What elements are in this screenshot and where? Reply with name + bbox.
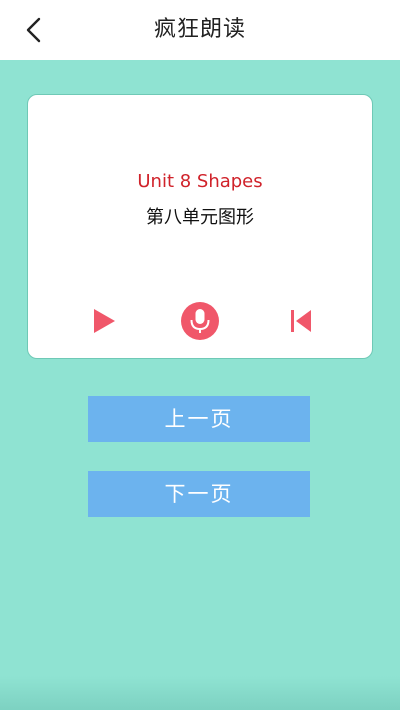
main-content: Unit 8 Shapes 第八单元图形 上一页 下一页 — [0, 60, 400, 710]
microphone-icon — [181, 302, 219, 340]
bottom-shadow — [0, 676, 400, 710]
unit-title-chinese: 第八单元图形 — [146, 207, 254, 228]
back-button[interactable] — [14, 12, 54, 48]
previous-page-button[interactable]: 上一页 — [88, 396, 310, 442]
next-page-button[interactable]: 下一页 — [88, 471, 310, 517]
chevron-left-icon — [26, 17, 41, 43]
reading-card: Unit 8 Shapes 第八单元图形 — [27, 94, 373, 359]
app-header: 疯狂朗读 — [0, 0, 400, 60]
play-icon — [94, 309, 115, 333]
unit-title-english: Unit 8 Shapes — [137, 171, 263, 192]
play-button[interactable] — [84, 301, 124, 341]
skip-back-icon — [291, 310, 311, 332]
page-title: 疯狂朗读 — [153, 17, 246, 42]
record-button[interactable] — [180, 301, 220, 341]
restart-button[interactable] — [281, 301, 321, 341]
